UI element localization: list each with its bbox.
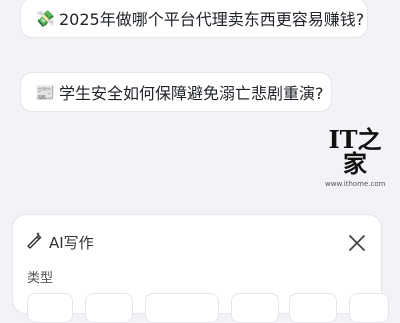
type-option-chip[interactable] — [85, 293, 133, 323]
ai-pen-icon — [25, 231, 43, 253]
close-button[interactable] — [345, 231, 369, 255]
type-option-chip[interactable] — [231, 293, 279, 323]
newspaper-icon: 📰 — [35, 82, 55, 102]
suggestion-text: 2025年做哪个平台代理卖东西更容易赚钱? — [59, 10, 365, 29]
ithome-watermark: IT之家 www.ithome.com — [325, 128, 385, 189]
type-option-chip[interactable] — [27, 293, 73, 323]
suggestion-chip-1[interactable]: 💸 2025年做哪个平台代理卖东西更容易赚钱? — [20, 0, 368, 38]
close-icon — [349, 235, 365, 251]
type-option-chip[interactable] — [289, 293, 337, 323]
watermark-logo: IT之家 — [328, 125, 382, 178]
ai-writing-panel: AI写作 类型 — [12, 214, 389, 323]
type-option-chip[interactable] — [349, 293, 389, 323]
suggestion-text: 学生安全如何保障避免溺亡悲剧重演? — [59, 84, 324, 103]
type-label: 类型 — [27, 271, 54, 286]
money-with-wings-icon: 💸 — [35, 8, 55, 28]
watermark-url: www.ithome.com — [325, 180, 386, 188]
panel-title: AI写作 — [49, 233, 94, 252]
type-option-chip[interactable] — [145, 293, 219, 323]
panel-header: AI写作 — [25, 231, 94, 253]
suggestion-chip-2[interactable]: 📰 学生安全如何保障避免溺亡悲剧重演? — [20, 72, 332, 112]
